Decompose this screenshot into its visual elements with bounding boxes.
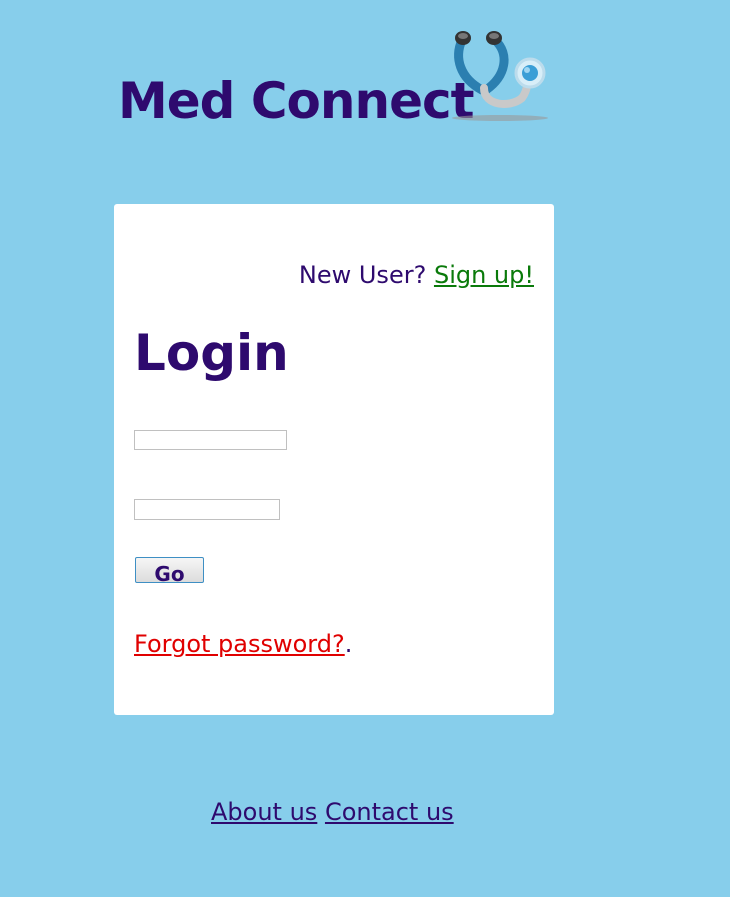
go-button[interactable]: Go xyxy=(135,557,204,583)
stethoscope-icon xyxy=(452,31,548,121)
login-heading: Login xyxy=(134,324,289,382)
brand-title: Med Connect xyxy=(118,72,475,130)
contact-us-link[interactable]: Contact us xyxy=(325,798,454,826)
forgot-suffix: . xyxy=(344,630,353,658)
about-us-link[interactable]: About us xyxy=(211,798,317,826)
footer: About us Contact us xyxy=(211,798,454,826)
login-card: New User? Sign up! Login Go Forgot passw… xyxy=(114,204,554,715)
forgot-password-row: Forgot password?. xyxy=(134,630,352,658)
password-input[interactable] xyxy=(134,499,280,520)
signup-link[interactable]: Sign up! xyxy=(434,261,534,289)
forgot-password-link[interactable]: Forgot password? xyxy=(134,630,345,658)
header: Med Connect xyxy=(118,28,558,138)
username-input[interactable] xyxy=(134,430,287,450)
new-user-prompt: New User? Sign up! xyxy=(299,261,534,289)
new-user-text: New User? xyxy=(298,261,427,289)
